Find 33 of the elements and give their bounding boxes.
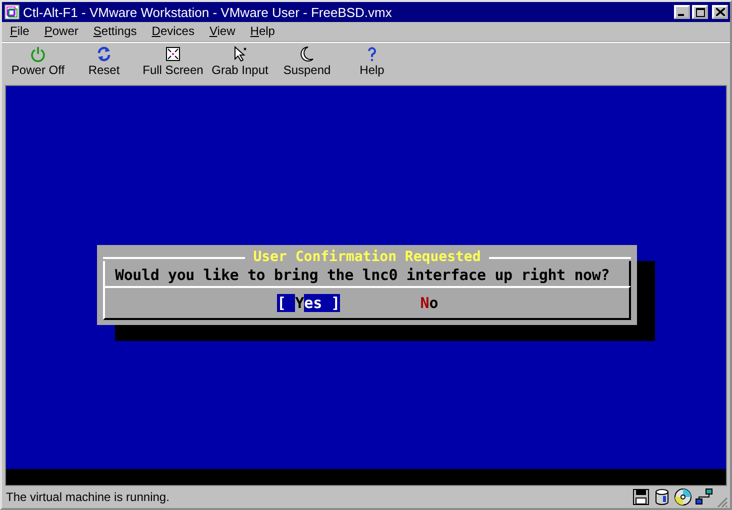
close-button[interactable]: [712, 5, 728, 19]
toolbar-button[interactable]: Help: [342, 46, 402, 81]
fullscreen-icon: [165, 46, 181, 62]
menu-item[interactable]: Help: [242, 23, 282, 39]
refresh-icon: [96, 46, 112, 62]
close-icon: [716, 8, 724, 16]
power-icon: [30, 46, 46, 62]
menu-item[interactable]: Power: [36, 23, 86, 39]
moon-icon: [299, 46, 315, 62]
dialog-title: User Confirmation Requested: [245, 250, 489, 264]
minimize-button[interactable]: [674, 5, 690, 19]
toolbar-button[interactable]: Grab Input: [208, 46, 272, 81]
status-text: The virtual machine is running.: [6, 490, 170, 504]
floppy-icon[interactable]: [632, 488, 650, 506]
cursor-icon: [232, 46, 248, 62]
maximize-icon: [696, 8, 704, 16]
dialog-button[interactable]: [ Yes ]: [277, 294, 340, 312]
toolbar-button[interactable]: Full Screen: [138, 46, 208, 81]
menu-item[interactable]: Settings: [85, 23, 144, 39]
toolbar-button[interactable]: Suspend: [272, 46, 342, 81]
menu-item[interactable]: File: [4, 23, 36, 39]
dialog-button[interactable]: No: [420, 294, 438, 312]
resize-grip-icon[interactable]: [716, 496, 728, 508]
menu-item[interactable]: Devices: [144, 23, 202, 39]
toolbar-button[interactable]: Reset: [70, 46, 138, 81]
menu-item[interactable]: View: [201, 23, 242, 39]
window-title: Ctl-Alt-F1 - VMware Workstation - VMware User - FreeBSD.vmx: [23, 4, 393, 20]
hard-disk-icon[interactable]: [653, 488, 671, 506]
network-icon[interactable]: [695, 488, 713, 506]
maximize-button[interactable]: [692, 5, 708, 19]
cd-icon[interactable]: [674, 488, 692, 506]
toolbar-button[interactable]: Power Off: [6, 46, 70, 81]
app-icon: [4, 4, 20, 20]
